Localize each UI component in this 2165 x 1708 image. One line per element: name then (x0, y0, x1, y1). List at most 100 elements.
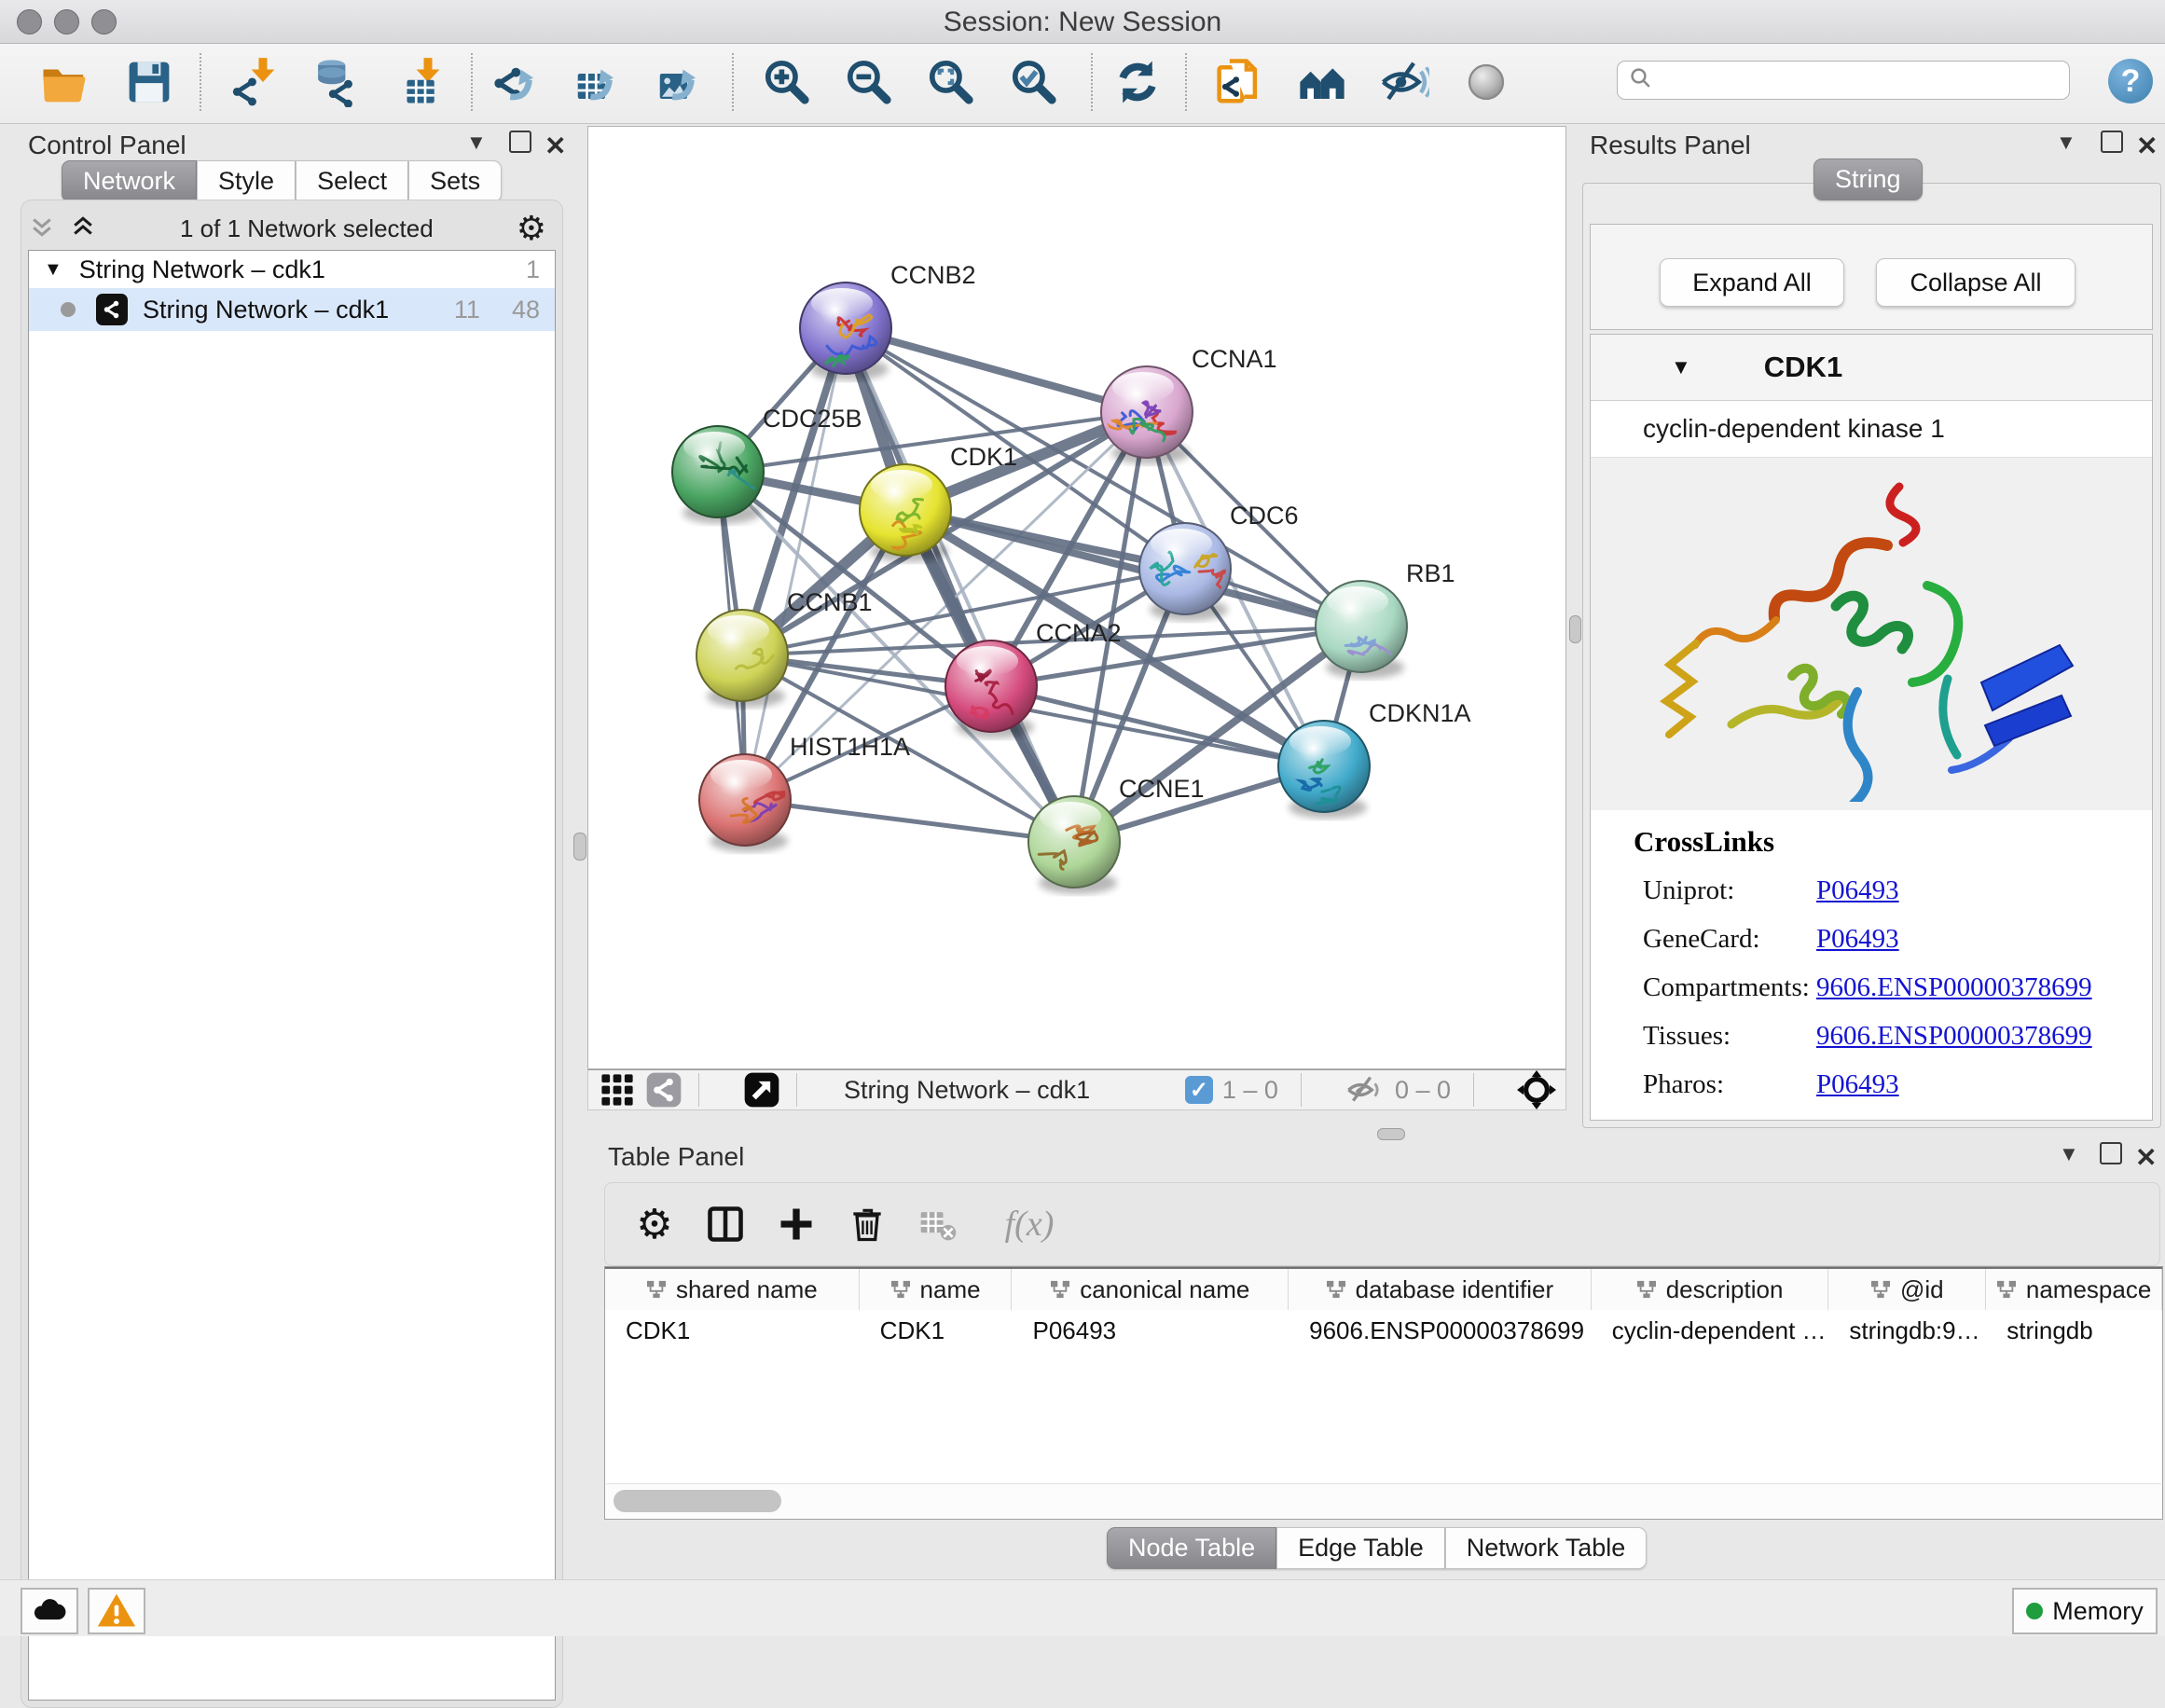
clone-network-icon[interactable] (1214, 57, 1264, 107)
node-CDKN1A[interactable]: CDKN1A (1278, 699, 1471, 819)
hide-graphics-details-icon[interactable] (1379, 57, 1429, 107)
edge-CCNB2-HIST1H1A[interactable] (745, 328, 846, 800)
fit-crosshair-icon[interactable] (1515, 1068, 1558, 1111)
collapse-all-icon[interactable] (28, 213, 56, 245)
network-collection-row[interactable]: ▼ String Network – cdk1 1 (29, 251, 555, 288)
cell-namespace[interactable]: stringdb (1986, 1310, 2162, 1351)
search-field[interactable] (1655, 65, 2050, 96)
share-network-icon[interactable] (642, 1068, 685, 1111)
gear-icon[interactable]: ⚙ (633, 1203, 676, 1246)
zoom-out-icon[interactable] (844, 57, 894, 107)
float-panel-icon[interactable]: ▼ (2056, 131, 2076, 155)
crosslink-link[interactable]: 9606.ENSP00000378699 (1816, 1012, 2092, 1060)
close-panel-icon[interactable]: ✕ (545, 131, 566, 161)
cell-name[interactable]: CDK1 (860, 1310, 1013, 1351)
float-panel-icon[interactable]: ▼ (2059, 1142, 2079, 1166)
tab-node-table[interactable]: Node Table (1107, 1527, 1276, 1569)
open-session-folder-icon[interactable] (39, 57, 90, 107)
delete-column-icon[interactable] (846, 1203, 889, 1246)
left-splitter-handle[interactable] (573, 833, 586, 861)
tab-network-table[interactable]: Network Table (1445, 1527, 1648, 1569)
save-session-icon[interactable] (124, 57, 174, 107)
zoom-in-icon[interactable] (762, 57, 812, 107)
import-table-file-icon[interactable] (394, 57, 445, 107)
node-RB1[interactable]: RB1 (1316, 559, 1455, 679)
column-header-namespace[interactable]: namespace (1986, 1269, 2162, 1310)
maximize-panel-icon[interactable] (2101, 131, 2123, 153)
collapse-tree-icon[interactable]: ▼ (44, 259, 62, 281)
close-panel-icon[interactable]: ✕ (2135, 1142, 2157, 1173)
export-table-icon[interactable] (572, 57, 622, 107)
memory-button[interactable]: Memory (2012, 1588, 2158, 1634)
crosslink-link[interactable]: P06493 (1816, 866, 1899, 915)
column-header-@id[interactable]: @id (1828, 1269, 1986, 1310)
zoom-fit-icon[interactable] (926, 57, 976, 107)
column-header-database-identifier[interactable]: database identifier (1289, 1269, 1592, 1310)
collapse-section-icon[interactable]: ▼ (1671, 355, 1691, 379)
hidden-eye-slash-icon[interactable] (1343, 1068, 1386, 1111)
maximize-panel-icon[interactable] (509, 131, 531, 153)
crosslink-link[interactable]: P06493 (1816, 1060, 1899, 1109)
table-row[interactable]: CDK1CDK1P064939606.ENSP00000378699cyclin… (605, 1310, 2162, 1351)
collapse-all-button[interactable]: Collapse All (1876, 258, 2075, 307)
right-splitter-handle[interactable] (1569, 615, 1581, 643)
column-header-shared-name[interactable]: shared name (605, 1269, 860, 1310)
column-header-canonical-name[interactable]: canonical name (1012, 1269, 1289, 1310)
cell-canonical-name[interactable]: P06493 (1012, 1310, 1289, 1351)
selected-checkbox-icon[interactable]: ✓ (1185, 1076, 1213, 1104)
edge-CCNB2-CCNA1[interactable] (846, 328, 1147, 412)
tab-sets[interactable]: Sets (408, 160, 502, 202)
float-panel-icon[interactable]: ▼ (466, 131, 487, 155)
control-panel-tabs: NetworkStyleSelectSets (62, 160, 502, 202)
node-CCNB2[interactable]: CCNB2 (800, 261, 976, 380)
crosslink-link[interactable]: 9606.ENSP00000378699 (1816, 963, 2092, 1012)
warning-icon[interactable] (88, 1588, 145, 1634)
add-column-icon[interactable] (775, 1203, 818, 1246)
node-CCNA1[interactable]: CCNA1 (1101, 345, 1277, 464)
cell-@id[interactable]: stringdb:9… (1828, 1310, 1986, 1351)
network-options-gear-icon[interactable]: ⚙ (517, 209, 546, 248)
refresh-icon[interactable] (1112, 57, 1163, 107)
column-header-name[interactable]: name (860, 1269, 1013, 1310)
cloud-icon[interactable] (21, 1588, 78, 1634)
column-header-description[interactable]: description (1592, 1269, 1829, 1310)
network-row-selected[interactable]: String Network – cdk1 11 48 (29, 288, 555, 331)
crosslink-link[interactable]: P06493 (1816, 915, 1899, 963)
import-network-file-icon[interactable] (229, 57, 280, 107)
grid-view-icon[interactable] (596, 1068, 639, 1111)
zoom-selected-icon[interactable] (1009, 57, 1059, 107)
show-graphics-details-icon[interactable] (1297, 57, 1347, 107)
cell-database-identifier[interactable]: 9606.ENSP00000378699 (1289, 1310, 1592, 1351)
expand-all-button[interactable]: Expand All (1660, 258, 1844, 307)
tab-network[interactable]: Network (62, 160, 197, 202)
title-bar: Session: New Session (0, 0, 2165, 44)
scrollbar-thumb[interactable] (614, 1490, 781, 1512)
bottom-splitter-handle[interactable] (1377, 1128, 1405, 1140)
help-icon[interactable]: ? (2108, 59, 2153, 103)
export-network-icon[interactable] (491, 57, 542, 107)
tab-style[interactable]: Style (197, 160, 296, 202)
columns-icon[interactable] (704, 1203, 747, 1246)
maximize-panel-icon[interactable] (2100, 1142, 2122, 1164)
tab-select[interactable]: Select (296, 160, 408, 202)
close-panel-icon[interactable]: ✕ (2136, 131, 2158, 161)
node-HIST1H1A[interactable]: HIST1H1A (699, 733, 910, 852)
network-graph[interactable]: CCNB2 CCNA1 CDC25B CDK1 CDC6 (588, 127, 1565, 1068)
table-horizontal-scrollbar[interactable] (606, 1483, 2161, 1518)
network-canvas[interactable]: CCNB2 CCNA1 CDC25B CDK1 CDC6 (587, 126, 1566, 1069)
table-tabs: Node TableEdge TableNetwork Table (1107, 1527, 1647, 1569)
cell-description[interactable]: cyclin-dependent … (1592, 1310, 1829, 1351)
cell-shared-name[interactable]: CDK1 (605, 1310, 860, 1351)
protein-header-row[interactable]: ▼ CDK1 (1591, 335, 2152, 401)
expand-all-icon[interactable] (69, 213, 97, 245)
edge-HIST1H1A-CCNE1[interactable] (745, 800, 1074, 842)
appearance-sphere-icon[interactable] (1461, 57, 1511, 107)
crosslink-row: Compartments:9606.ENSP00000378699 (1643, 963, 2152, 1012)
tab-string[interactable]: String (1813, 158, 1923, 200)
export-image-icon[interactable] (654, 57, 704, 107)
tab-edge-table[interactable]: Edge Table (1276, 1527, 1445, 1569)
node-CCNB1[interactable]: CCNB1 (696, 588, 873, 708)
open-in-new-icon[interactable] (740, 1068, 783, 1111)
import-network-database-icon[interactable] (309, 57, 359, 107)
search-input[interactable] (1617, 61, 2070, 100)
